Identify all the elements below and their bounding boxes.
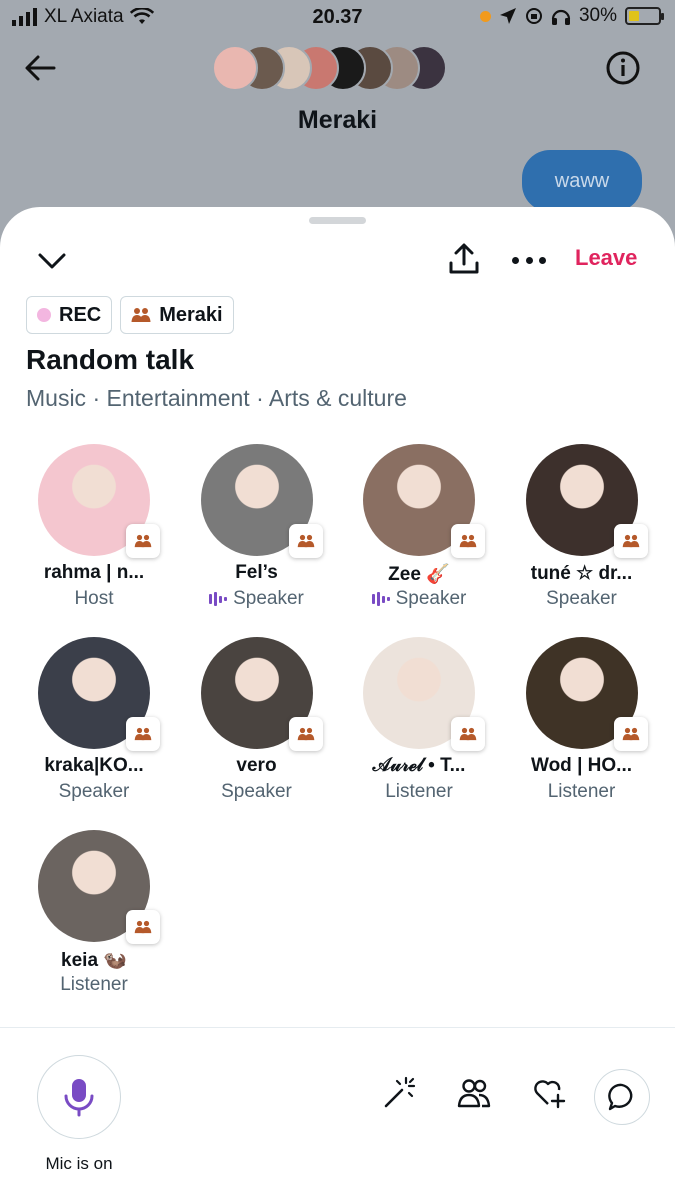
community-member-badge xyxy=(613,524,648,558)
participant-name: keia 🦦 xyxy=(61,950,127,971)
space-title: Random talk xyxy=(26,344,195,375)
status-bar: XL Axiata 20.37 30% xyxy=(0,0,675,36)
role-label: Listener xyxy=(60,974,128,995)
message-bubble[interactable]: waww xyxy=(522,150,642,212)
space-topics: Music · Entertainment · Arts & culture xyxy=(26,385,407,411)
community-member-badge xyxy=(613,717,648,751)
community-icon xyxy=(459,534,477,548)
leave-button[interactable]: Leave xyxy=(575,245,637,271)
participant[interactable]: keia 🦦 Listener xyxy=(13,830,175,1010)
role-label: Listener xyxy=(547,781,616,802)
conversation-title: Meraki xyxy=(297,106,378,134)
people-icon xyxy=(457,1079,491,1108)
community-icon xyxy=(297,727,314,741)
info-icon[interactable] xyxy=(605,50,641,86)
more-options-icon[interactable] xyxy=(512,257,546,265)
community-member-badge xyxy=(451,717,485,751)
magic-wand-icon xyxy=(384,1076,416,1108)
community-member-badge xyxy=(288,717,323,751)
participant-role: Listener xyxy=(13,974,175,996)
participant[interactable]: 𝒜𝓊𝓇ℯ𝓁 • T... Listener xyxy=(338,637,500,817)
participant[interactable]: Wod | HO... Listener xyxy=(501,637,663,817)
participant-role: Speaker xyxy=(13,781,175,803)
role-label: Speaker xyxy=(395,588,467,609)
community-member-badge xyxy=(126,524,160,558)
chat-button[interactable] xyxy=(594,1069,650,1125)
community-icon xyxy=(622,727,639,741)
participant-name: tuné ☆ dr... xyxy=(530,563,633,584)
rec-dot-icon xyxy=(37,308,51,322)
participant-name: Fel’s xyxy=(235,562,278,583)
react-button[interactable] xyxy=(529,1073,569,1113)
participant-name: vero xyxy=(236,755,277,776)
status-right: 30% xyxy=(479,5,664,27)
rec-label: REC xyxy=(59,303,102,326)
community-member-badge xyxy=(288,524,323,558)
role-label: Speaker xyxy=(546,588,617,609)
space-sheet: Leave REC Meraki Random talk Music · Ent… xyxy=(0,207,675,1200)
location-icon xyxy=(499,8,516,24)
mic-status-label: Mic is on xyxy=(45,1154,113,1173)
mic-button[interactable] xyxy=(37,1055,121,1139)
community-icon xyxy=(134,920,152,934)
community-badge[interactable]: Meraki xyxy=(120,296,234,334)
role-label: Speaker xyxy=(58,781,130,802)
participant[interactable]: kraka|KO... Speaker xyxy=(13,637,175,817)
participant-role: Host xyxy=(13,588,175,610)
participant-name: 𝒜𝓊𝓇ℯ𝓁 • T... xyxy=(372,755,466,776)
community-member-badge xyxy=(451,524,485,558)
sparkle-wand-button[interactable] xyxy=(379,1073,419,1113)
space-tags: REC Meraki xyxy=(26,296,234,334)
battery-icon xyxy=(625,7,664,25)
footer-divider xyxy=(0,1027,675,1028)
battery-percent: 30% xyxy=(578,5,617,26)
community-member-badge xyxy=(126,717,160,751)
role-label: Listener xyxy=(385,781,453,802)
community-member-badge xyxy=(126,910,160,944)
group-member-avatar xyxy=(212,45,258,91)
participant-name: kraka|KO... xyxy=(44,755,144,776)
community-icon xyxy=(131,308,151,322)
drag-handle[interactable] xyxy=(309,217,366,224)
back-arrow-icon[interactable] xyxy=(22,50,58,86)
participant-role: Speaker xyxy=(501,588,663,610)
participant-role: Speaker xyxy=(176,588,338,610)
heart-plus-icon xyxy=(534,1080,566,1109)
participant-name: rahma | n... xyxy=(43,562,145,583)
headphones-icon xyxy=(551,9,571,25)
participant[interactable]: Zee 🎸 Speaker xyxy=(338,444,500,624)
group-avatars xyxy=(212,45,472,93)
community-icon xyxy=(622,534,639,548)
participant-name: Zee 🎸 xyxy=(388,564,450,585)
participant[interactable]: vero Speaker xyxy=(176,637,338,817)
participant[interactable]: rahma | n... Host xyxy=(13,444,175,624)
community-icon xyxy=(134,534,152,548)
participant-role: Speaker xyxy=(176,781,338,803)
people-button[interactable] xyxy=(454,1073,494,1113)
mic-in-use-dot xyxy=(479,10,491,22)
role-label: Speaker xyxy=(233,588,304,609)
community-icon xyxy=(134,727,152,741)
speaking-indicator-icon xyxy=(371,592,390,606)
participant-role: Listener xyxy=(338,781,500,803)
participant[interactable]: tuné ☆ dr... Speaker xyxy=(501,444,663,624)
microphone-icon xyxy=(64,1079,94,1117)
community-icon xyxy=(459,727,477,741)
community-icon xyxy=(297,534,314,548)
community-label: Meraki xyxy=(159,303,223,326)
battery-fill xyxy=(629,11,639,21)
role-label: Speaker xyxy=(221,781,292,802)
participant-role: Listener xyxy=(501,781,663,803)
role-label: Host xyxy=(74,588,114,609)
chat-bubble-icon xyxy=(608,1083,633,1111)
participant[interactable]: Fel’s Speaker xyxy=(176,444,338,624)
rec-badge: REC xyxy=(26,296,113,334)
speaking-indicator-icon xyxy=(209,592,228,606)
rotation-lock-icon xyxy=(525,8,542,24)
share-icon[interactable] xyxy=(446,241,482,277)
participant-role: Speaker xyxy=(338,588,500,610)
chevron-down-icon[interactable] xyxy=(36,247,68,273)
participant-name: Wod | HO... xyxy=(530,755,632,776)
